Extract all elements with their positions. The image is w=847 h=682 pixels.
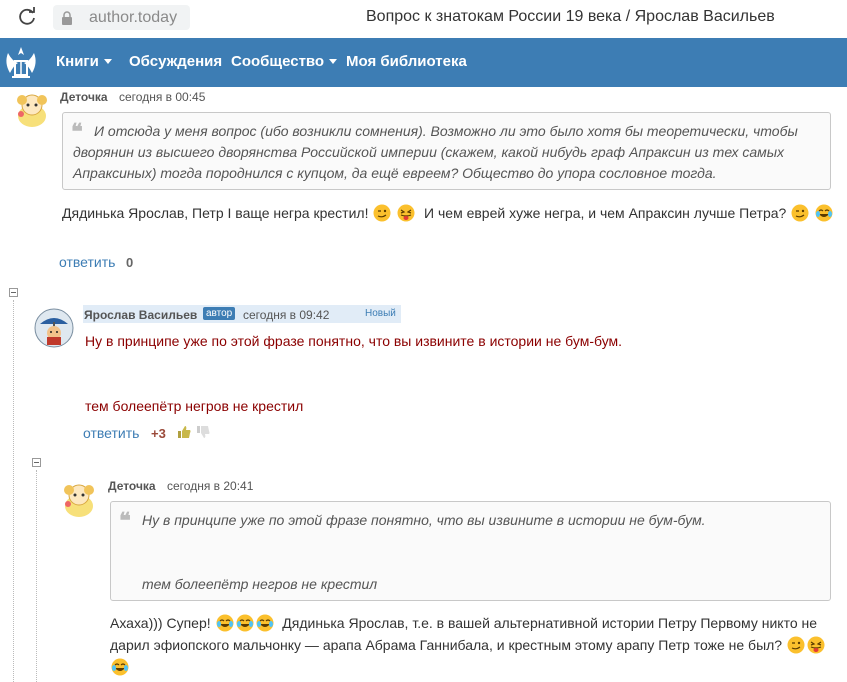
quote-icon: ❝ [119, 508, 131, 533]
site-logo-icon[interactable] [0, 41, 42, 83]
page-title: Вопрос к знатокам России 19 века / Яросл… [366, 8, 775, 25]
nav-books[interactable]: Книги [56, 53, 112, 70]
reply-link[interactable]: ответить [83, 425, 139, 441]
thread-line [13, 300, 14, 682]
comment-text: Ахаха))) Супер! Дядинька Ярослав, т.е. в… [110, 612, 817, 634]
quote-icon: ❝ [71, 119, 83, 144]
address-text: author.today [89, 9, 178, 26]
tongue-emoji-icon [397, 204, 415, 222]
comment-date[interactable]: сегодня в 20:41 [167, 479, 253, 493]
comment-author[interactable]: Деточка [60, 90, 108, 104]
wink-emoji-icon [373, 204, 391, 222]
comment-quote: ❝ И отсюда у меня вопрос (ибо возникли с… [62, 112, 831, 190]
comment-author[interactable]: Ярослав Васильев [84, 308, 197, 322]
comment-score: 0 [126, 255, 134, 270]
comment-date[interactable]: сегодня в 09:42 [243, 308, 329, 322]
quote-line: Ну в принципе уже по этой фразе понятно,… [142, 512, 706, 528]
comment-text: Ну в принципе уже по этой фразе понятно,… [85, 333, 623, 349]
comment-text-part: И чем еврей хуже негра, и чем Апраксин л… [424, 205, 787, 221]
nav-discussions-label: Обсуждения [129, 53, 223, 70]
quote-line: тем болеепётр негров не крестил [142, 576, 378, 592]
comment-text-part: дарил эфиопского мальчонку — арапа Абрам… [110, 637, 783, 653]
comment-quote: ❝ Ну в принципе уже по этой фразе понятн… [110, 501, 831, 601]
reload-icon[interactable] [16, 6, 38, 28]
collapse-thread-button[interactable] [9, 288, 18, 297]
comment-author[interactable]: Деточка [108, 479, 156, 493]
comment-text-part: Ахаха))) Супер! [110, 615, 211, 631]
nav-my-library[interactable]: Моя библиотека [346, 53, 467, 70]
thumbs-up-icon[interactable] [177, 425, 191, 439]
browser-bar: author.today Вопрос к знатокам России 19… [0, 0, 847, 38]
comment-text: дарил эфиопского мальчонку — арапа Абрам… [110, 634, 826, 656]
collapse-thread-button[interactable] [32, 458, 41, 467]
nav-my-library-label: Моя библиотека [346, 53, 467, 70]
comment-text-part: Дядинька Ярослав, т.е. в вашей альтернат… [282, 615, 818, 631]
comment-date[interactable]: сегодня в 00:45 [119, 90, 205, 104]
crying-laughing-emoji-icon [815, 204, 833, 222]
crying-laughing-emoji-icon [111, 658, 129, 676]
avatar[interactable] [59, 480, 99, 520]
address-bar[interactable]: author.today [53, 5, 190, 30]
nav-community-label: Сообщество [231, 53, 325, 70]
nav-discussions[interactable]: Обсуждения [129, 53, 222, 70]
nav-community[interactable]: Сообщество [231, 53, 338, 70]
comment-text [110, 656, 130, 678]
crying-laughing-emoji-icon [256, 614, 274, 632]
wink-emoji-icon [791, 204, 809, 222]
avatar[interactable] [12, 90, 52, 130]
quote-line: И отсюда у меня вопрос (ибо возникли сом… [94, 123, 798, 139]
quote-line: дворянин из высшего дворянства Российско… [73, 144, 785, 160]
nav-books-label: Книги [56, 53, 99, 70]
reply-link[interactable]: ответить [59, 254, 115, 270]
comment-text: Дядинька Ярослав, Петр I ваще негра крес… [62, 202, 834, 224]
thread-line [36, 470, 37, 682]
comment-text: тем болеепётр негров не крестил [85, 398, 304, 414]
lock-icon [62, 11, 72, 25]
quote-line: Апраксиных) тогда породнился с купцом, д… [73, 165, 717, 181]
chevron-down-icon [329, 59, 338, 64]
thumbs-down-icon[interactable] [196, 425, 210, 439]
crying-laughing-emoji-icon [236, 614, 254, 632]
comment-score: +3 [151, 426, 166, 441]
tongue-emoji-icon [807, 636, 825, 654]
author-badge: автор [203, 307, 236, 320]
comment-text-part: Дядинька Ярослав, Петр I ваще негра крес… [62, 205, 369, 221]
avatar[interactable] [34, 308, 74, 348]
crying-laughing-emoji-icon [216, 614, 234, 632]
new-badge: Новый [365, 308, 396, 319]
chevron-down-icon [103, 59, 112, 64]
wink-emoji-icon [787, 636, 805, 654]
navbar: Книги Обсуждения Сообщество Моя библиоте… [0, 38, 847, 87]
